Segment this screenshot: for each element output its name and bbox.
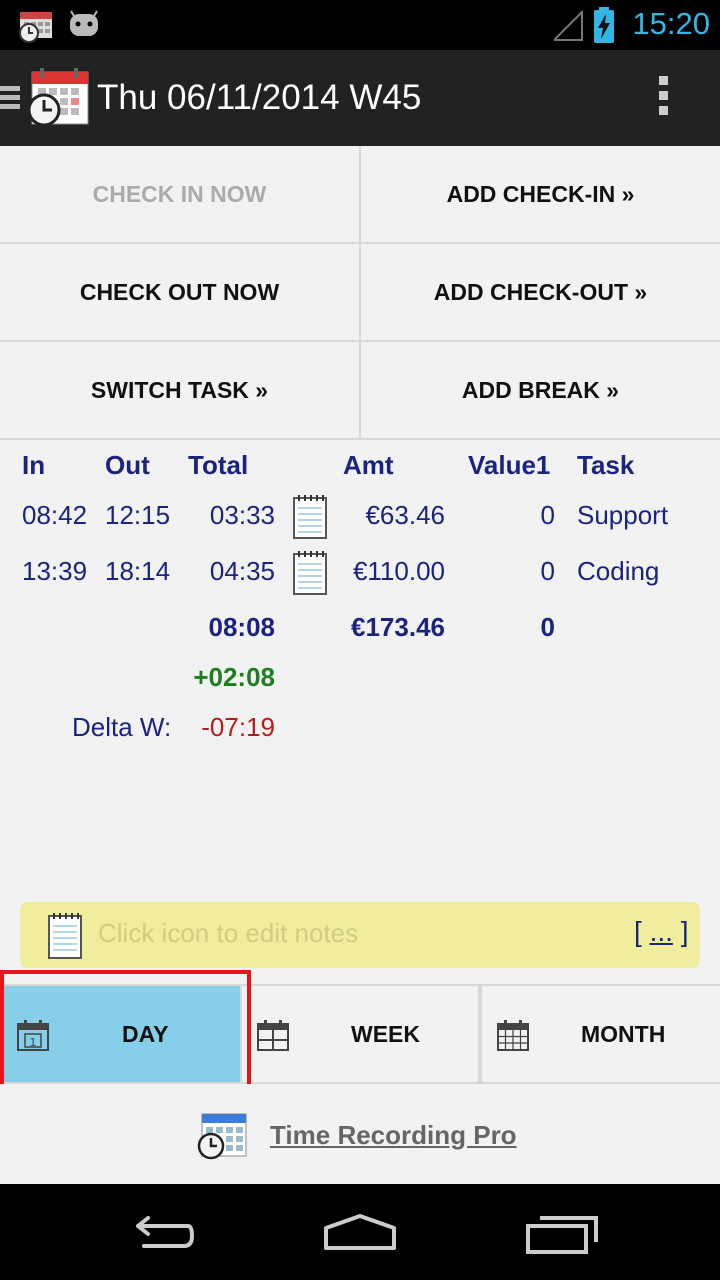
cell-task: Support [577,500,669,530]
header-in: In [22,450,46,480]
navigation-bar [0,1184,720,1280]
notes-more-close: ] [680,916,689,947]
sum-total: 08:08 [208,612,276,642]
back-icon[interactable] [124,1216,196,1252]
switch-task-button[interactable]: SWITCH TASK » [0,342,359,438]
delta-value: -07:19 [201,712,275,742]
tab-day-label: DAY [122,1020,169,1047]
calendar-week-icon [257,1020,289,1051]
tab-week[interactable]: WEEK [242,986,478,1082]
cell-in: 08:42 [22,500,88,530]
page-title: Thu 06/11/2014 W45 [97,78,422,117]
table-header: In Out Total Amt Value1 Task [0,450,720,490]
notepad-icon[interactable] [290,494,330,540]
action-button-grid: CHECK IN NOW ADD CHECK-IN » CHECK OUT NO… [0,146,720,440]
tab-month[interactable]: MONTH [482,986,720,1082]
cell-out: 12:15 [105,500,171,530]
android-debug-icon [70,10,98,36]
notes-more-open: [ [634,916,642,947]
overtime-row: +02:08 [0,662,720,702]
action-bar: Thu 06/11/2014 W45 [0,50,720,146]
status-time: 15:20 [632,6,710,41]
status-bar: 15:20 [0,0,720,50]
delta-row: Delta W: -07:19 [0,712,720,752]
app-calendar-clock-icon[interactable] [26,66,90,128]
check-in-now-button[interactable]: CHECK IN NOW [0,146,359,242]
drawer-indicator-icon[interactable] [0,86,20,112]
sum-amt: €173.46 [351,612,445,642]
calendar-clock-notification-icon [19,12,52,43]
cell-task: Coding [577,556,660,586]
header-value1: Value1 [468,450,551,480]
cell-out: 18:14 [105,556,171,586]
notes-more-button[interactable]: [ ... ] [634,916,688,948]
notes-bar[interactable]: Click icon to edit notes [ ... ] [20,902,700,968]
view-tab-bar: 1 DAY WEEK MONTH [0,984,720,1084]
notes-more-link[interactable]: ... [650,916,673,947]
add-check-out-button[interactable]: ADD CHECK-OUT » [361,244,720,340]
sum-value1: 0 [540,612,555,642]
app-calendar-clock-icon [197,1113,247,1160]
delta-label: Delta W: [72,712,172,742]
header-amt: Amt [343,450,394,480]
cell-amt: €110.00 [352,556,445,586]
notes-placeholder: Click icon to edit notes [98,918,359,948]
cell-total: 03:33 [209,500,275,530]
tab-month-label: MONTH [581,1020,666,1047]
overtime-value: +02:08 [193,662,275,692]
cell-in: 13:39 [22,556,88,586]
calendar-month-icon [497,1020,529,1051]
add-check-in-button[interactable]: ADD CHECK-IN » [361,146,720,242]
header-task: Task [577,450,635,480]
signal-icon [554,10,583,41]
add-break-button[interactable]: ADD BREAK » [361,342,720,438]
table-row[interactable]: 08:42 12:15 03:33 €63.46 0 Support [0,495,720,540]
table-row[interactable]: 13:39 18:14 04:35 €110.00 0 Coding [0,551,720,596]
calendar-day-icon: 1 [17,1020,49,1051]
pro-version-link[interactable]: Time Recording Pro [270,1120,517,1151]
tab-day[interactable]: 1 DAY [4,986,240,1082]
notepad-icon[interactable] [46,912,84,960]
footer: Time Recording Pro [0,1084,720,1184]
svg-text:1: 1 [30,1036,37,1049]
cell-value1: 0 [540,556,555,586]
cell-amt: €63.46 [365,500,445,530]
tab-week-label: WEEK [351,1020,420,1047]
overflow-menu-icon[interactable] [656,76,670,120]
home-icon[interactable] [322,1212,398,1252]
check-out-now-button[interactable]: CHECK OUT NOW [0,244,359,340]
header-total: Total [188,450,249,480]
header-out: Out [105,450,150,480]
cell-total: 04:35 [209,556,275,586]
table-summary-row: 08:08 €173.46 0 [0,612,720,652]
battery-charging-icon [594,7,614,43]
recent-apps-icon[interactable] [524,1212,600,1256]
cell-value1: 0 [540,500,555,530]
notepad-icon[interactable] [290,550,330,596]
